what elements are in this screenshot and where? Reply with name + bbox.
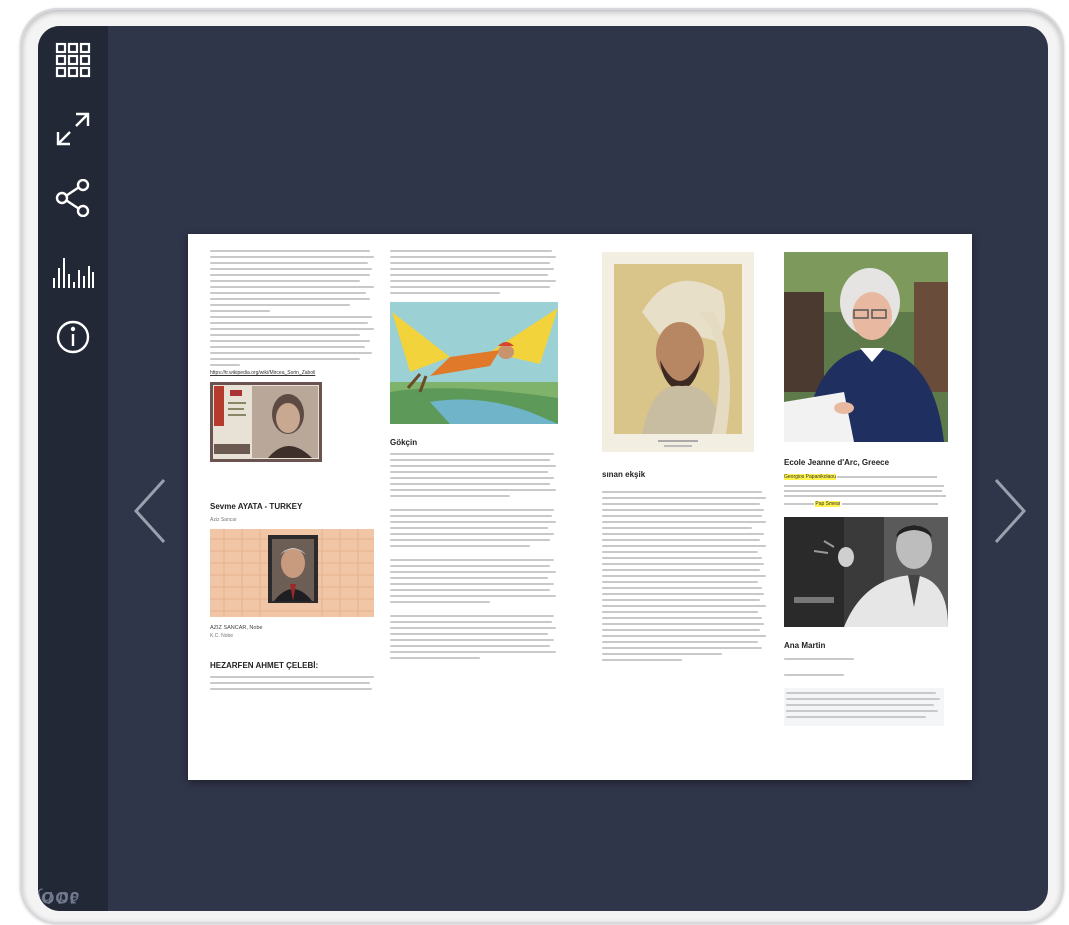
previous-page-button[interactable]	[130, 476, 170, 546]
scientist-photo-image	[784, 517, 948, 627]
highlight-papanikolaou: Georgios Papanikolaou	[784, 474, 836, 480]
article-subheading: Aziz Sancar	[210, 517, 237, 523]
brand-name: JOOMAG	[38, 888, 79, 907]
info-button[interactable]	[38, 312, 108, 362]
fullscreen-icon	[56, 112, 90, 146]
joomag-branding[interactable]: ed by JOOMAG	[38, 771, 85, 911]
article-heading-sinan: sınan ekşik	[602, 470, 646, 479]
aziz-sancar-image	[210, 529, 374, 617]
article-heading-gokcin: Gökçin	[390, 438, 418, 447]
column-3: sınan ekşik	[602, 252, 770, 665]
next-page-button[interactable]	[990, 476, 1030, 546]
info-icon	[56, 320, 90, 354]
article-text	[210, 676, 378, 690]
postage-stamp-image	[210, 382, 322, 462]
article-text	[602, 491, 770, 661]
hezarfen-flight-illustration	[390, 302, 558, 424]
article-text-highlighted: Georgios Papanikolaou Pap Smear	[784, 473, 950, 509]
article-text	[390, 250, 560, 294]
share-icon	[55, 179, 90, 217]
teacher-photo-image	[784, 252, 948, 442]
stats-button[interactable]	[38, 248, 108, 298]
article-text	[210, 250, 378, 366]
column-2: Gökçin	[390, 250, 560, 663]
share-button[interactable]	[38, 173, 108, 223]
sidebar: ed by JOOMAG	[38, 26, 108, 911]
grid-view-button[interactable]	[38, 35, 108, 85]
article-text	[784, 658, 950, 676]
column-1: https://tr.wikipedia.org/wiki/Mircea_Sor…	[210, 250, 378, 694]
flipbook-viewer: ed by JOOMAG https://tr.wikipedia.org/wi…	[38, 26, 1048, 911]
ibn-sina-portrait-image	[602, 252, 754, 452]
article-heading-ecole: Ecole Jeanne d'Arc, Greece	[784, 458, 890, 467]
wikipedia-link[interactable]: https://tr.wikipedia.org/wiki/Mircea_Sor…	[210, 370, 378, 376]
chevron-left-icon	[133, 478, 166, 544]
article-heading-hezarfen: HEZARFEN AHMET ÇELEBİ:	[210, 661, 319, 670]
article-heading-ana-martin: Ana Martin	[784, 641, 826, 650]
magazine-spread[interactable]: https://tr.wikipedia.org/wiki/Mircea_Sor…	[188, 234, 972, 780]
stats-icon	[53, 258, 94, 288]
quote-box	[784, 688, 944, 726]
image-caption-1: AZIZ SANCAR, Nobe	[210, 625, 263, 631]
article-heading-sevme: Sevme AYATA - TURKEY	[210, 502, 303, 511]
grid-icon	[55, 42, 91, 78]
fullscreen-button[interactable]	[38, 104, 108, 154]
article-text	[390, 453, 560, 659]
column-4: Ecole Jeanne d'Arc, Greece Georgios Papa…	[784, 252, 950, 726]
highlight-pap-smear: Pap Smear	[815, 501, 841, 507]
chevron-right-icon	[994, 478, 1027, 544]
